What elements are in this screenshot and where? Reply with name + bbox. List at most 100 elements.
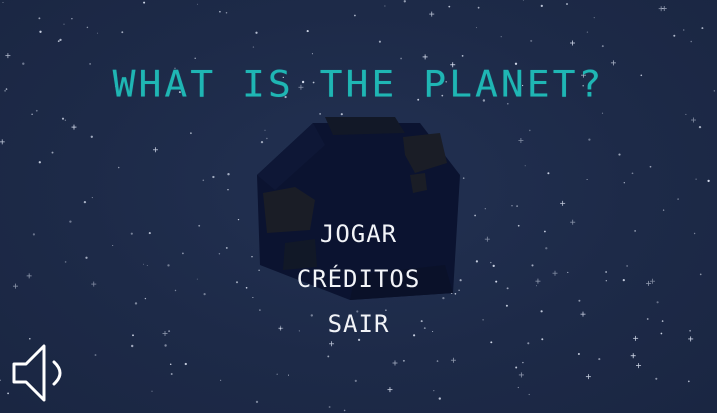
star (528, 129, 531, 132)
star (402, 359, 405, 362)
star (701, 27, 704, 30)
star (0, 379, 1, 381)
star (31, 113, 33, 115)
star (683, 29, 685, 31)
star (601, 112, 604, 114)
star (422, 54, 428, 60)
star (63, 23, 65, 25)
star (477, 6, 480, 9)
star (484, 208, 486, 210)
star (2, 1, 4, 4)
star (601, 45, 604, 48)
star (655, 377, 658, 380)
star (151, 390, 153, 392)
star (7, 392, 9, 395)
main-menu: JOGAR CRÉDITOS SAIR (0, 212, 717, 347)
star (252, 46, 255, 48)
star (691, 117, 697, 123)
star (387, 387, 393, 393)
star (152, 147, 158, 153)
star (170, 373, 173, 375)
star (212, 175, 215, 179)
star (522, 0, 524, 1)
star (38, 161, 41, 164)
star (677, 198, 679, 200)
star (219, 10, 221, 13)
star (225, 12, 228, 14)
star (707, 179, 710, 183)
star (5, 53, 11, 59)
star (255, 400, 259, 404)
star (518, 372, 524, 378)
sound-toggle-button[interactable] (10, 340, 76, 406)
star (220, 379, 222, 381)
star (184, 362, 187, 366)
star (631, 172, 634, 175)
star (530, 39, 533, 42)
star (586, 178, 588, 181)
star (287, 374, 290, 376)
star (328, 406, 331, 408)
star (588, 138, 591, 141)
star (662, 209, 665, 211)
star (429, 11, 435, 17)
star (687, 380, 690, 383)
star (64, 119, 66, 121)
star (343, 409, 346, 412)
star (450, 357, 456, 363)
star (57, 40, 60, 43)
star (517, 386, 519, 389)
star (522, 361, 524, 364)
star (400, 57, 402, 60)
star (577, 352, 580, 356)
star (661, 6, 667, 12)
star (83, 200, 87, 204)
star (524, 165, 526, 167)
star (623, 182, 625, 184)
star (38, 17, 41, 20)
star (685, 113, 687, 115)
star (94, 354, 97, 356)
star (500, 36, 502, 38)
star (227, 173, 230, 176)
star (695, 178, 697, 180)
star (511, 205, 513, 207)
star (0, 139, 5, 145)
star (690, 40, 692, 43)
play-button[interactable]: JOGAR (259, 212, 459, 257)
game-title: WHAT IS THE PLANET? (112, 63, 605, 105)
star (598, 358, 601, 361)
exit-button[interactable]: SAIR (259, 302, 459, 347)
star (143, 1, 146, 4)
star (311, 53, 313, 55)
star (384, 5, 386, 7)
star (547, 172, 550, 175)
star (71, 124, 77, 130)
star (86, 26, 89, 29)
star (121, 31, 124, 34)
star (528, 393, 530, 396)
star (227, 189, 229, 191)
star (540, 4, 543, 8)
star (196, 3, 199, 5)
star (438, 397, 441, 400)
star (436, 360, 439, 362)
star (39, 30, 42, 33)
star (59, 38, 62, 42)
star (433, 390, 435, 392)
star (673, 34, 676, 37)
star (194, 57, 196, 60)
star (276, 373, 278, 376)
star (515, 366, 518, 369)
star (169, 363, 172, 366)
star (403, 0, 406, 3)
star (566, 3, 568, 5)
star (354, 379, 357, 382)
star (306, 30, 309, 33)
star (698, 125, 702, 129)
star (618, 153, 621, 156)
credits-button[interactable]: CRÉDITOS (259, 257, 459, 302)
star (202, 179, 205, 182)
star (91, 197, 93, 199)
star (392, 360, 398, 366)
